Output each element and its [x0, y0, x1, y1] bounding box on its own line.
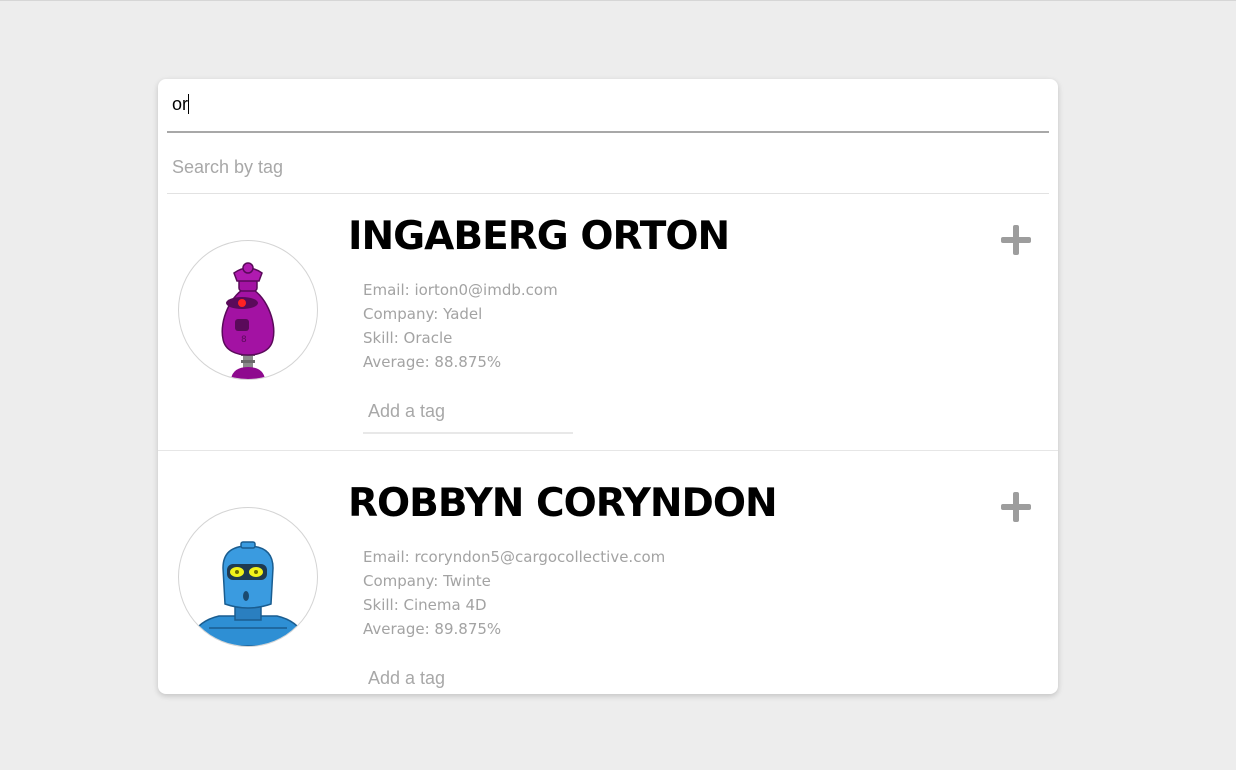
student-average: Average: 89.875% — [363, 620, 502, 638]
student-item: ROBBYN CORYNDON Email: rcoryndon5@cargoc… — [158, 461, 1058, 694]
student-item: 8 INGABERG ORTON Email: iorton0@imdb.com… — [158, 194, 1058, 451]
student-name: INGABERG ORTON — [348, 214, 730, 259]
add-tag-input[interactable]: Add a tag — [363, 659, 573, 694]
student-details: Email: rcoryndon5@cargocollective.com Co… — [363, 545, 665, 641]
tag-search-input[interactable]: Search by tag — [167, 145, 1049, 194]
student-company: Company: Twinte — [363, 572, 491, 590]
browser-top-border — [0, 0, 1236, 1]
plus-icon-vertical — [1013, 492, 1019, 522]
student-skill: Skill: Oracle — [363, 329, 453, 347]
student-name: ROBBYN CORYNDON — [348, 481, 778, 526]
student-email: Email: rcoryndon5@cargocollective.com — [363, 548, 666, 566]
purple-robot-avatar: 8 — [178, 240, 318, 380]
add-tag-placeholder: Add a tag — [368, 668, 446, 688]
add-tag-placeholder: Add a tag — [368, 401, 446, 421]
add-tag-input[interactable]: Add a tag — [363, 392, 573, 434]
expand-plus-button[interactable] — [1000, 224, 1032, 256]
svg-text:8: 8 — [241, 335, 247, 345]
student-details: Email: iorton0@imdb.com Company: Yadel S… — [363, 278, 558, 374]
student-skill: Skill: Cinema 4D — [363, 596, 487, 614]
student-email: Email: iorton0@imdb.com — [363, 281, 558, 299]
student-company: Company: Yadel — [363, 305, 483, 323]
text-caret — [188, 94, 190, 114]
expand-plus-button[interactable] — [1000, 491, 1032, 523]
name-search-input[interactable]: or — [167, 79, 1049, 133]
student-list-card: or Search by tag 8 INGABERG ORTON Email:… — [158, 79, 1058, 694]
student-average: Average: 88.875% — [363, 353, 502, 371]
blue-robot-avatar — [178, 507, 318, 647]
plus-icon-vertical — [1013, 225, 1019, 255]
name-search-value[interactable]: or — [172, 93, 190, 115]
tag-search-placeholder: Search by tag — [172, 157, 284, 177]
